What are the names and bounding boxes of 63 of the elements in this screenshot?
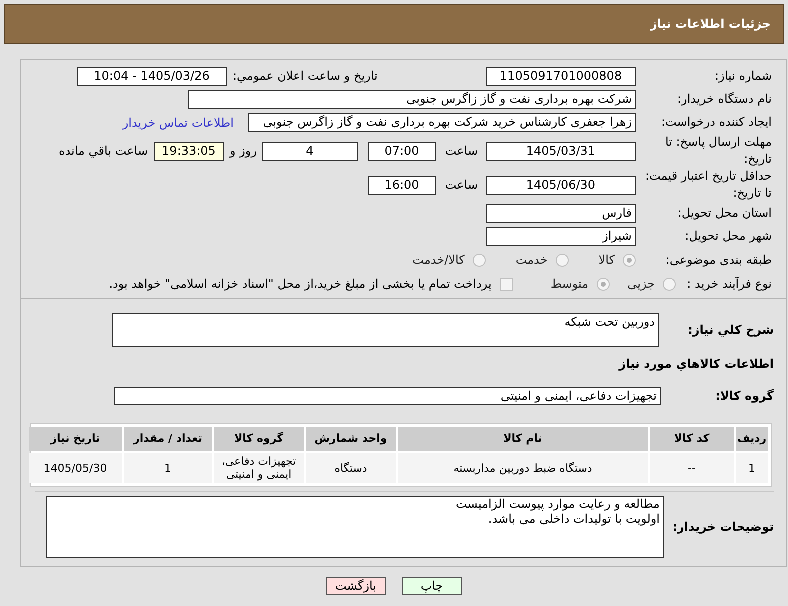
print-button[interactable]: چاپ [402,577,462,595]
countdown-field: 19:33:05 [154,142,224,160]
field-label: حداقل تاریخ اعتبار قیمت: تا تاریخ: [644,168,772,202]
column-header: گروه کالا [214,427,304,451]
radio-label: خدمت [516,252,548,269]
field-label: طبقه بندی موضوعی: [664,252,772,268]
table-cell: -- [650,453,734,483]
radio-button[interactable] [596,278,610,290]
input-field[interactable]: فارس [486,204,636,223]
radio-button[interactable] [663,278,676,290]
field-label: نام دستگاه خریدار: [676,91,772,108]
column-header: ردیف [736,427,768,451]
time-label: ساعت [444,177,478,194]
input-field[interactable]: 1105091701000808 [486,67,636,86]
description-field[interactable]: دوربین تحت شبکه [112,313,659,347]
input-field[interactable]: تجهیزات دفاعی، ایمنی و امنیتی [114,387,661,405]
field-label: استان محل تحویل: [676,205,772,222]
radio-button[interactable] [472,254,486,266]
radio-label: جزیی [628,276,655,293]
radio-button[interactable] [623,254,636,266]
field-label: شماره نیاز: [714,68,772,85]
contact-link[interactable]: اطلاعات تماس خریدار [122,114,234,132]
table-cell: دستگاه ضبط دوربین مداربسته [398,453,648,483]
column-header: تعداد / مقدار [124,427,212,451]
radio-label: کالا [598,252,615,269]
input-field[interactable]: شیراز [486,227,636,246]
input-field[interactable]: 1405/03/26 - 10:04 [77,67,227,86]
column-header: نام کالا [398,427,648,451]
field-label: ایجاد کننده درخواست: [660,114,772,131]
page-title: جزئیات اطلاعات نیاز [650,16,771,33]
back-button[interactable]: بازگشت [326,577,386,595]
radio-label: کالا/خدمت [412,252,465,269]
field-label: توضیحات خریدار: [672,519,774,536]
input-field[interactable]: 07:00 [368,142,436,160]
input-field[interactable]: شرکت بهره برداری نفت و گاز زاگرس جنوبی [188,90,636,109]
payment-note: پرداخت تمام یا بخشی از مبلغ خرید،از محل "اسناد خزانه اسلامی" خواهد بود. [109,276,492,293]
notes-field[interactable]: مطالعه و رعایت موارد پیوست الزامیست اولویت با تولیدات داخلی می باشد. [46,496,664,558]
input-field[interactable]: 1405/06/30 [486,176,636,194]
field-label: تاریخ و ساعت اعلان عمومي: [233,68,379,85]
remaining-label: ساعت باقي مانده [58,143,148,160]
field-label: شرح کلي نیاز: [687,322,774,339]
column-header: کد کالا [650,427,734,451]
checkbox[interactable] [500,278,513,290]
time-label: ساعت [444,143,478,160]
field-label: نوع فرآیند خرید : [686,276,772,292]
field-label: گروه کالا: [714,388,774,405]
days-label: روز و [230,143,257,160]
table-cell: 1405/05/30 [29,453,122,483]
table-cell: دستگاه [306,453,396,483]
table-cell: 1 [736,453,768,483]
table-cell: 1 [124,453,212,483]
table-cell: تجهیزات دفاعی، ایمنی و امنیتی [214,453,304,483]
field-label: شهر محل تحویل: [684,228,772,245]
column-header: واحد شمارش [306,427,396,451]
column-header: تاریخ نیاز [29,427,122,451]
radio-label: متوسط [550,276,589,293]
input-field[interactable]: 16:00 [368,176,436,194]
radio-button[interactable] [556,254,569,266]
input-field[interactable]: زهرا جعفری کارشناس خرید شرکت بهره برداری نفت و گاز زاگرس جنوبی [248,113,636,132]
field-label: مهلت ارسال پاسخ: تا تاریخ: [664,134,772,168]
section-heading: اطلاعات کالاهاي مورد نیاز [618,356,774,373]
input-field[interactable]: 1405/03/31 [486,142,636,160]
input-field[interactable]: 4 [262,142,358,160]
